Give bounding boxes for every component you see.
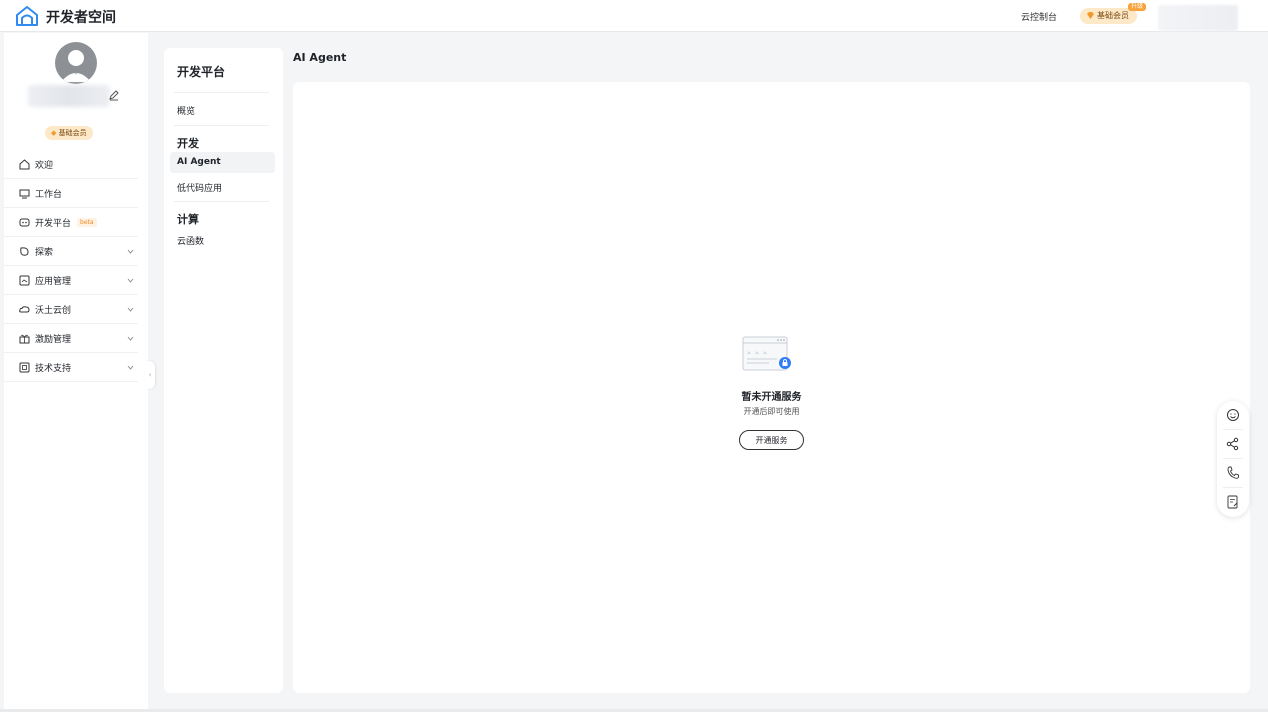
- cloud-icon: [19, 305, 30, 312]
- gift-icon: [19, 334, 30, 343]
- sidebar-item-incentive[interactable]: 激励管理: [4, 324, 138, 353]
- diamond-icon: ◆: [51, 129, 57, 137]
- subnav-group-dev: 开发: [177, 137, 199, 150]
- divider: [1223, 458, 1243, 459]
- desktop-icon: [19, 189, 30, 198]
- beta-badge: beta: [77, 217, 97, 227]
- divider: [174, 201, 269, 202]
- service-locked-illustration: [742, 336, 791, 371]
- divider: [174, 125, 269, 126]
- top-bar: 开发者空间 云控制台 基础会员 升级: [0, 0, 1268, 32]
- open-service-button[interactable]: 开通服务: [739, 430, 804, 450]
- sidebar-item-label: 技术支持: [35, 363, 72, 374]
- sidebar-item-label: 沃土云创: [35, 305, 72, 316]
- page-title: AI Agent: [293, 51, 347, 64]
- username-blurred: [28, 85, 110, 107]
- sidebar: ◆ 基础会员 欢迎 工作台 开发平台 beta 探索 应用管理 沃土云创 激励管…: [4, 33, 148, 710]
- sidebar-nav: 欢迎 工作台 开发平台 beta 探索 应用管理 沃土云创 激励管理 技术支持: [4, 150, 138, 382]
- diamond-icon: [1087, 12, 1094, 19]
- sidebar-item-tech-support[interactable]: 技术支持: [4, 353, 138, 382]
- sidebar-item-label: 应用管理: [35, 276, 72, 287]
- content-panel: 暂未开通服务 开通后即可使用 开通服务: [293, 82, 1250, 693]
- console-link[interactable]: 云控制台: [1021, 10, 1057, 23]
- sidebar-member-label: 基础会员: [58, 129, 87, 137]
- subnav-item-ai-agent[interactable]: AI Agent: [177, 157, 221, 167]
- sidebar-member-badge[interactable]: ◆ 基础会员: [45, 126, 93, 140]
- subnav-item-cloud-function[interactable]: 云函数: [177, 234, 204, 247]
- sidebar-item-wotu-cloud[interactable]: 沃土云创: [4, 295, 138, 324]
- dev-platform-subnav: 开发平台 概览 开发 AI Agent 低代码应用 计算 云函数: [164, 48, 283, 693]
- chevron-down-icon[interactable]: [127, 248, 134, 255]
- sidebar-collapse-button[interactable]: ‹: [145, 361, 155, 389]
- sidebar-item-label: 工作台: [35, 189, 63, 200]
- phone-icon[interactable]: [1224, 464, 1242, 482]
- upgrade-tag[interactable]: 升级: [1128, 3, 1147, 11]
- sidebar-item-dev-platform[interactable]: 开发平台 beta: [4, 208, 138, 237]
- logo-icon[interactable]: [16, 6, 38, 26]
- sidebar-item-label: 欢迎: [35, 160, 54, 171]
- user-avatar-icon: [61, 50, 91, 82]
- subnav-item-lowcode[interactable]: 低代码应用: [177, 181, 222, 194]
- sidebar-item-workbench[interactable]: 工作台: [4, 179, 138, 208]
- subnav-title: 开发平台: [177, 65, 226, 79]
- edit-icon[interactable]: [108, 89, 120, 101]
- sidebar-item-explore[interactable]: 探索: [4, 237, 138, 266]
- support-icon: [19, 362, 30, 372]
- app-icon: [19, 275, 30, 285]
- chevron-down-icon[interactable]: [127, 277, 134, 284]
- sidebar-item-app-management[interactable]: 应用管理: [4, 266, 138, 295]
- smile-icon[interactable]: [1224, 406, 1242, 424]
- user-account-blurred[interactable]: [1158, 5, 1238, 31]
- empty-state-subtitle: 开通后即可使用: [743, 407, 800, 416]
- sidebar-item-label: 开发平台: [35, 218, 72, 229]
- sidebar-item-label: 探索: [35, 247, 54, 258]
- home-icon: [19, 158, 30, 169]
- floating-toolbar: [1217, 401, 1249, 517]
- member-label: 基础会员: [1097, 11, 1129, 20]
- sidebar-item-welcome[interactable]: 欢迎: [4, 150, 138, 179]
- subnav-item-overview[interactable]: 概览: [177, 104, 195, 117]
- divider: [174, 92, 269, 93]
- avatar[interactable]: [55, 42, 97, 84]
- subnav-group-compute: 计算: [177, 213, 199, 226]
- sidebar-item-label: 激励管理: [35, 334, 72, 345]
- explore-icon: [20, 246, 29, 256]
- chevron-down-icon[interactable]: [127, 306, 134, 313]
- divider: [1223, 429, 1243, 430]
- brand-title: 开发者空间: [46, 10, 116, 26]
- empty-state-title: 暂未开通服务: [741, 392, 802, 403]
- feedback-icon[interactable]: [1224, 493, 1242, 511]
- chevron-down-icon[interactable]: [127, 364, 134, 371]
- share-icon[interactable]: [1224, 435, 1242, 453]
- robot-icon: [19, 218, 30, 226]
- chevron-down-icon[interactable]: [127, 335, 134, 342]
- divider: [1223, 487, 1243, 488]
